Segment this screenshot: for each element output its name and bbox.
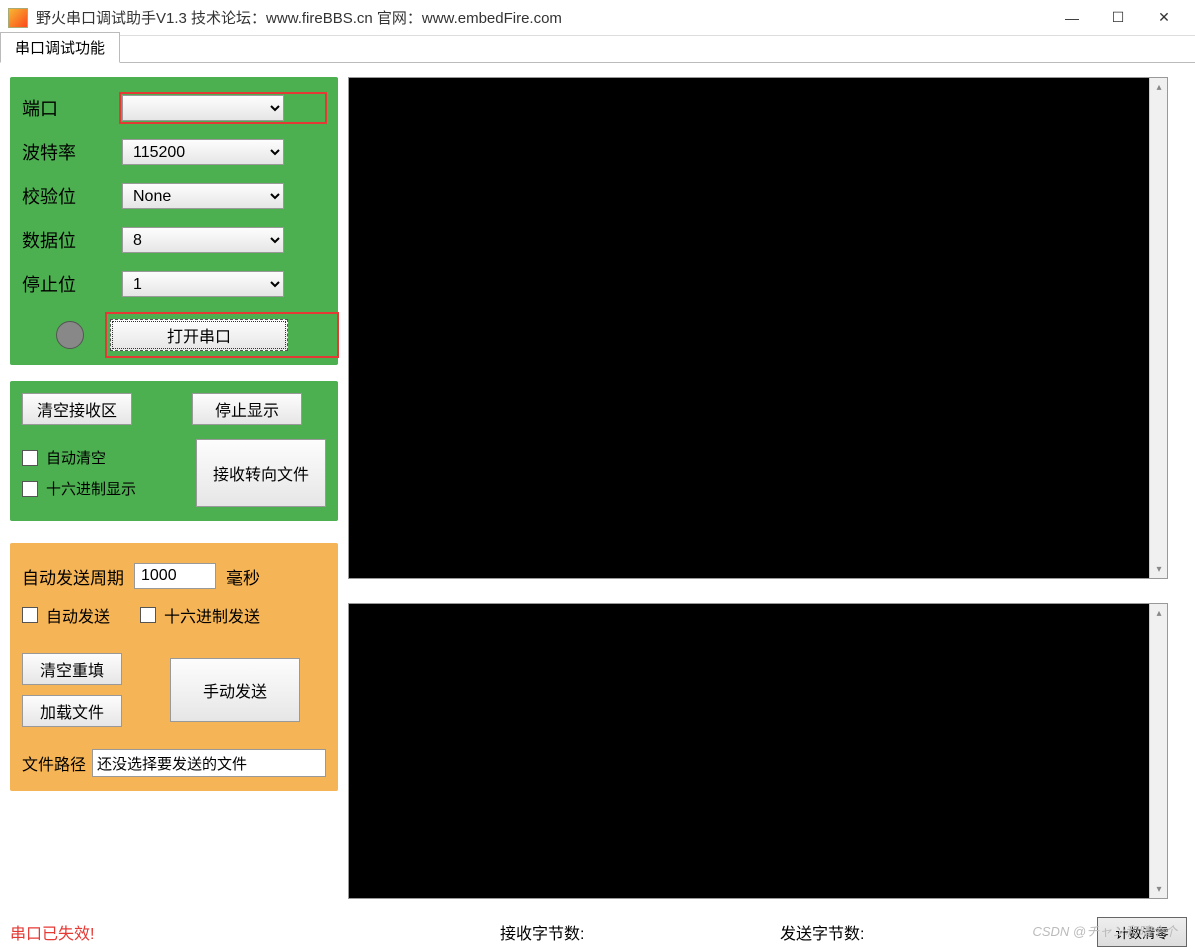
- stop-bits-select[interactable]: 1: [122, 271, 284, 297]
- parity-select[interactable]: None: [122, 183, 284, 209]
- recv-bytes-label: 接收字节数:: [500, 920, 584, 944]
- hex-send-checkbox[interactable]: [140, 607, 156, 623]
- baud-select[interactable]: 115200: [122, 139, 284, 165]
- send-scrollbar[interactable]: ▴ ▾: [1149, 604, 1167, 898]
- tab-serial-debug[interactable]: 串口调试功能: [0, 32, 120, 63]
- port-highlight: [122, 95, 324, 121]
- load-file-button[interactable]: 加载文件: [22, 695, 122, 727]
- left-column: 端口 波特率 115200 校验位 None 数据: [10, 77, 338, 791]
- send-bytes-label: 发送字节数:: [780, 920, 864, 944]
- maximize-button[interactable]: ☐: [1095, 2, 1141, 34]
- auto-send-period-input[interactable]: [134, 563, 216, 589]
- app-icon: [8, 8, 28, 28]
- hex-display-label: 十六进制显示: [46, 478, 136, 499]
- scroll-up-icon[interactable]: ▴: [1150, 604, 1168, 622]
- send-display[interactable]: ▴ ▾: [348, 603, 1168, 899]
- manual-send-button[interactable]: 手动发送: [170, 658, 300, 722]
- receive-display[interactable]: ▴ ▾: [348, 77, 1168, 579]
- port-select[interactable]: [122, 95, 284, 121]
- hex-send-label: 十六进制发送: [164, 603, 260, 627]
- tab-row: 串口调试功能: [0, 35, 1195, 63]
- file-path-label: 文件路径: [22, 751, 86, 775]
- window-title: 野火串口调试助手V1.3 技术论坛：www.fireBBS.cn 官网：www.…: [36, 7, 562, 28]
- auto-send-period-label: 自动发送周期: [22, 564, 124, 589]
- serial-config-panel: 端口 波特率 115200 校验位 None 数据: [10, 77, 338, 365]
- send-options-panel: 自动发送周期 毫秒 自动发送 十六进制发送 清空重填 加载文件: [10, 543, 338, 791]
- auto-send-checkbox[interactable]: [22, 607, 38, 623]
- clear-receive-button[interactable]: 清空接收区: [22, 393, 132, 425]
- status-bar: 串口已失效! 接收字节数: 发送字节数: 计数清零: [0, 914, 1195, 950]
- auto-clear-label: 自动清空: [46, 447, 106, 468]
- status-indicator-icon: [56, 321, 84, 349]
- scroll-down-icon[interactable]: ▾: [1150, 560, 1168, 578]
- scroll-down-icon[interactable]: ▾: [1150, 880, 1168, 898]
- data-bits-label: 数据位: [22, 227, 122, 253]
- port-label: 端口: [22, 95, 122, 121]
- open-port-highlight: 打开串口: [108, 315, 336, 355]
- reset-count-button[interactable]: 计数清零: [1097, 917, 1187, 947]
- stop-bits-label: 停止位: [22, 271, 122, 297]
- receive-to-file-button[interactable]: 接收转向文件: [196, 439, 326, 507]
- receive-scrollbar[interactable]: ▴ ▾: [1149, 78, 1167, 578]
- open-port-button[interactable]: 打开串口: [110, 319, 288, 351]
- clear-refill-button[interactable]: 清空重填: [22, 653, 122, 685]
- receive-options-panel: 清空接收区 停止显示 自动清空 十六进制显示 接收转向文件: [10, 381, 338, 521]
- auto-send-label: 自动发送: [46, 603, 110, 627]
- stop-display-button[interactable]: 停止显示: [192, 393, 302, 425]
- file-path-input[interactable]: [92, 749, 326, 777]
- period-unit-label: 毫秒: [226, 564, 260, 589]
- content-area: 端口 波特率 115200 校验位 None 数据: [0, 63, 1195, 913]
- hex-display-checkbox[interactable]: [22, 481, 38, 497]
- close-button[interactable]: ✕: [1141, 2, 1187, 34]
- title-bar: 野火串口调试助手V1.3 技术论坛：www.fireBBS.cn 官网：www.…: [0, 0, 1195, 36]
- scroll-up-icon[interactable]: ▴: [1150, 78, 1168, 96]
- parity-label: 校验位: [22, 183, 122, 209]
- status-error-text: 串口已失效!: [10, 920, 94, 944]
- baud-label: 波特率: [22, 139, 122, 165]
- minimize-button[interactable]: ―: [1049, 2, 1095, 34]
- auto-clear-checkbox[interactable]: [22, 450, 38, 466]
- data-bits-select[interactable]: 8: [122, 227, 284, 253]
